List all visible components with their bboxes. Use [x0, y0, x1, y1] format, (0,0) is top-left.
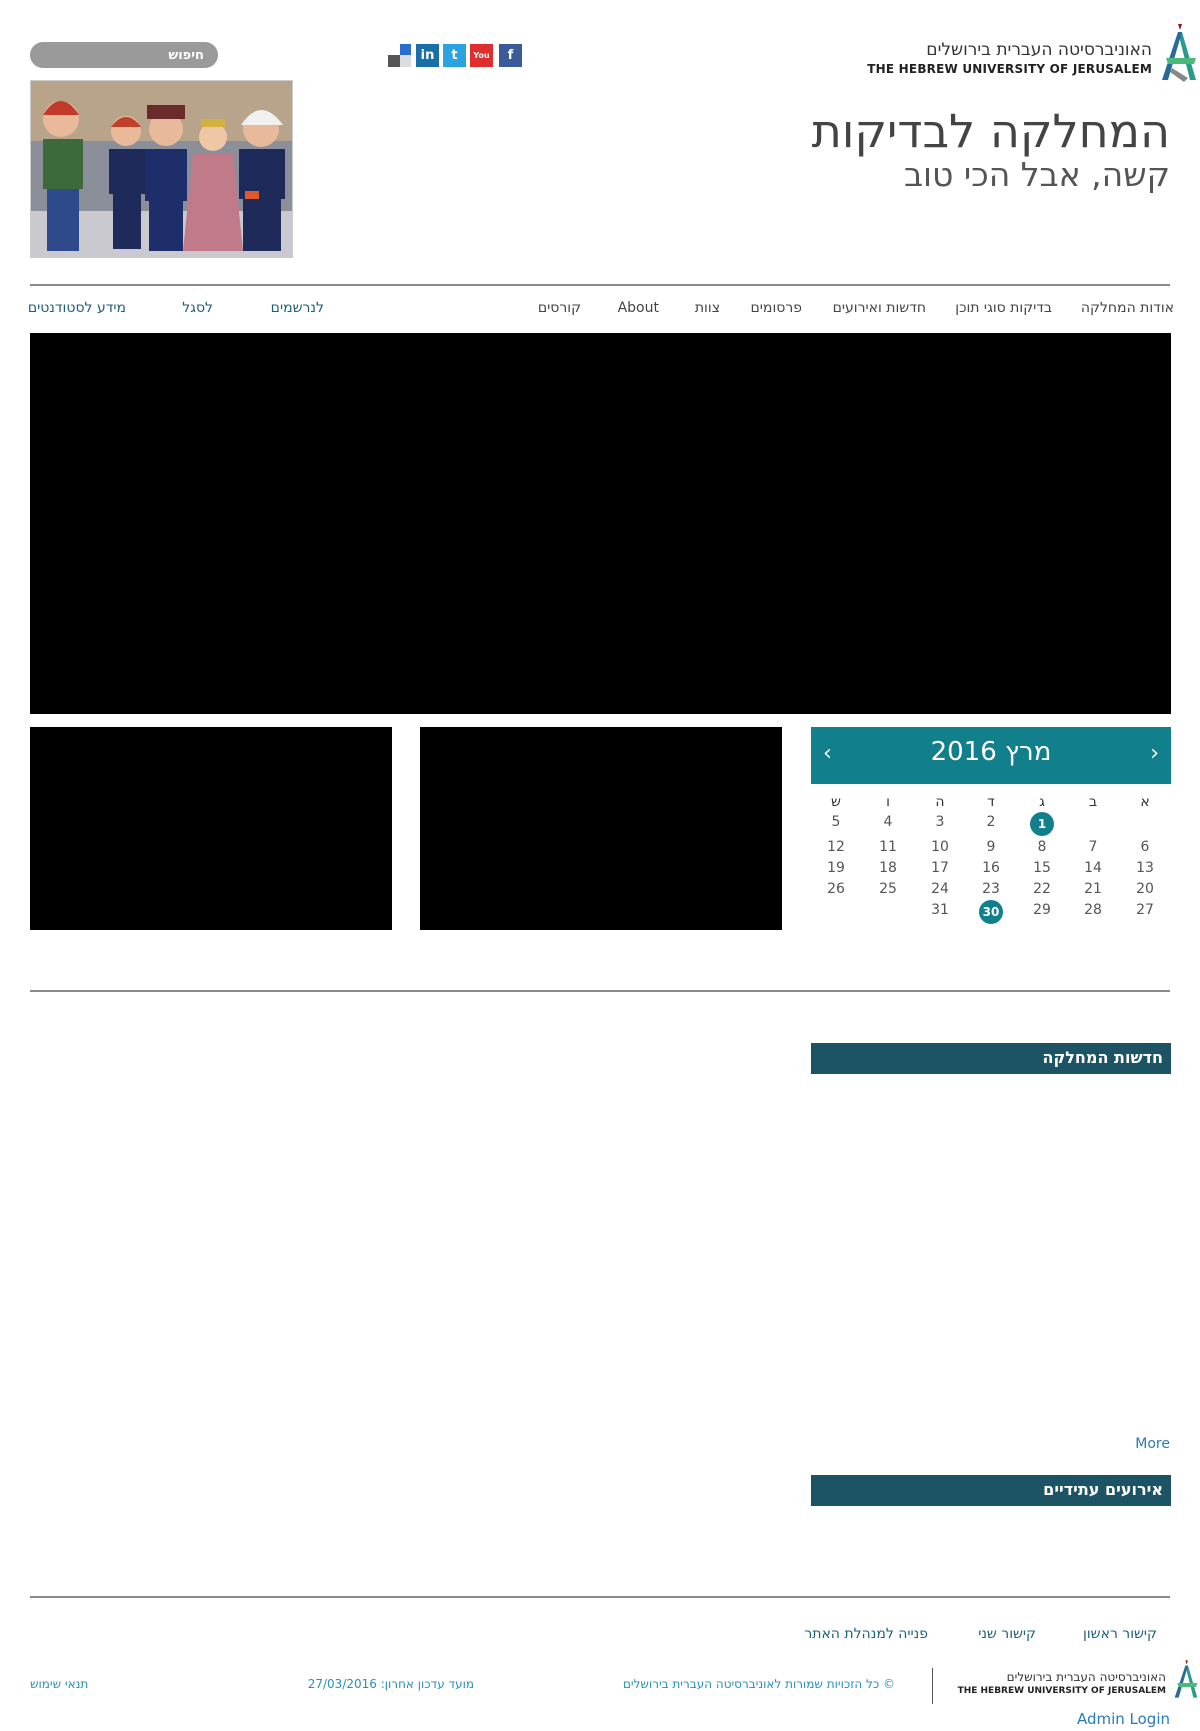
calendar-day[interactable]: 29: [1027, 902, 1057, 918]
calendar-day[interactable]: 16: [976, 860, 1006, 876]
news-more-link[interactable]: More: [1135, 1436, 1170, 1452]
content-divider: [30, 990, 1170, 992]
calendar-day[interactable]: 27: [1130, 902, 1160, 918]
calendar-day[interactable]: 4: [873, 814, 903, 830]
footer-separator: [932, 1668, 933, 1704]
calendar-day[interactable]: 23: [976, 881, 1006, 897]
hebrew-university-logo[interactable]: [1158, 18, 1200, 86]
calendar-day[interactable]: 11: [873, 839, 903, 855]
twitter-icon[interactable]: t: [443, 44, 466, 67]
calendar-day[interactable]: 3: [925, 814, 955, 830]
page-subtitle: קשה, אבל הכי טוב: [903, 155, 1170, 194]
calendar-day[interactable]: 31: [925, 902, 955, 918]
calendar-day[interactable]: 10: [925, 839, 955, 855]
facebook-icon[interactable]: f: [499, 44, 522, 67]
news-section-title: חדשות המחלקה: [1042, 1048, 1163, 1067]
delicious-icon[interactable]: [388, 44, 411, 67]
nav-item-courses[interactable]: קורסים: [538, 300, 581, 316]
calendar-day[interactable]: 7: [1078, 839, 1108, 855]
nav-item-staff[interactable]: צוות: [695, 300, 720, 316]
calendar-day[interactable]: 21: [1078, 881, 1108, 897]
nav-item-news-events[interactable]: חדשות ואירועים: [833, 300, 926, 316]
calendar-day[interactable]: 30: [979, 900, 1003, 924]
quick-link-registrants[interactable]: לנרשמים: [271, 300, 324, 316]
footer-university-logo[interactable]: [1172, 1656, 1200, 1702]
search-input[interactable]: [30, 42, 218, 68]
calendar-weekday: ב: [1088, 794, 1098, 810]
calendar-day[interactable]: 25: [873, 881, 903, 897]
nav-item-about-en[interactable]: About: [618, 300, 659, 316]
calendar-weekday: ג: [1039, 794, 1045, 810]
events-section-title: אירועים עתידיים: [1043, 1480, 1163, 1499]
feature-box-left[interactable]: [30, 727, 392, 930]
calendar-day[interactable]: 26: [821, 881, 851, 897]
youtube-icon[interactable]: You: [470, 44, 493, 67]
calendar-day[interactable]: 9: [976, 839, 1006, 855]
feature-box-right[interactable]: [420, 727, 782, 930]
header-image: [30, 80, 293, 258]
calendar-weekday: ה: [935, 794, 945, 810]
footer-university-en: THE HEBREW UNIVERSITY OF JERUSALEM: [957, 1686, 1166, 1696]
main-banner[interactable]: [30, 333, 1171, 714]
events-section-header: אירועים עתידיים: [811, 1475, 1171, 1506]
calendar-header: ‹ מרץ 2016 ›: [811, 727, 1171, 784]
university-name-hebrew: האוניברסיטה העברית בירושלים: [926, 40, 1152, 60]
news-section-header: חדשות המחלקה: [811, 1043, 1171, 1074]
calendar-day[interactable]: 22: [1027, 881, 1057, 897]
nav-item-about-department[interactable]: אודות המחלקה: [1081, 300, 1174, 316]
footer-link-first[interactable]: קישור ראשון: [1083, 1626, 1157, 1642]
calendar-day[interactable]: 12: [821, 839, 851, 855]
calendar-day[interactable]: 5: [821, 814, 851, 830]
calendar-day[interactable]: 24: [925, 881, 955, 897]
calendar-day[interactable]: 14: [1078, 860, 1108, 876]
nav-item-content-types[interactable]: בדיקות סוגי תוכן: [955, 300, 1052, 316]
calendar-day[interactable]: 2: [976, 814, 1006, 830]
search-box[interactable]: [30, 42, 218, 68]
linkedin-icon[interactable]: in: [416, 44, 439, 67]
footer-university-he: האוניברסיטה העברית בירושלים: [1006, 1670, 1166, 1684]
calendar-day[interactable]: 1: [1030, 812, 1054, 836]
footer-copyright: © כל הזכויות שמורות לאוניברסיטה העברית ב…: [622, 1677, 895, 1691]
calendar-weekday: ש: [831, 794, 841, 810]
calendar-day[interactable]: 28: [1078, 902, 1108, 918]
nav-item-publications[interactable]: פרסומים: [751, 300, 802, 316]
footer-link-contact-admin[interactable]: פנייה למנהלת האתר: [804, 1626, 928, 1642]
header-divider: [30, 284, 1170, 286]
footer-terms-link[interactable]: תנאי שימוש: [30, 1677, 88, 1691]
quick-link-faculty[interactable]: לסגל: [182, 300, 213, 316]
calendar-next-icon[interactable]: ›: [1150, 741, 1159, 766]
quick-link-students[interactable]: מידע לסטודנטים: [28, 300, 126, 316]
calendar-weekday: א: [1140, 794, 1150, 810]
calendar-day[interactable]: 6: [1130, 839, 1160, 855]
calendar-day[interactable]: 15: [1027, 860, 1057, 876]
calendar-day[interactable]: 20: [1130, 881, 1160, 897]
calendar-day[interactable]: 19: [821, 860, 851, 876]
page-title: המחלקה לבדיקות: [811, 104, 1170, 158]
footer-link-second[interactable]: קישור שני: [978, 1626, 1036, 1642]
calendar-day[interactable]: 13: [1130, 860, 1160, 876]
footer-last-update: מועד עדכון אחרון: 27/03/2016: [307, 1677, 474, 1691]
calendar-day[interactable]: 18: [873, 860, 903, 876]
calendar-day[interactable]: 17: [925, 860, 955, 876]
calendar-weekday: ד: [987, 794, 995, 810]
calendar-weekday: ו: [886, 794, 890, 810]
footer-divider: [30, 1596, 1170, 1598]
calendar-month-title: מרץ 2016: [930, 737, 1052, 767]
admin-login-link[interactable]: Admin Login: [1077, 1710, 1170, 1728]
calendar-day[interactable]: 8: [1027, 839, 1057, 855]
university-name-english: THE HEBREW UNIVERSITY OF JERUSALEM: [867, 62, 1152, 76]
